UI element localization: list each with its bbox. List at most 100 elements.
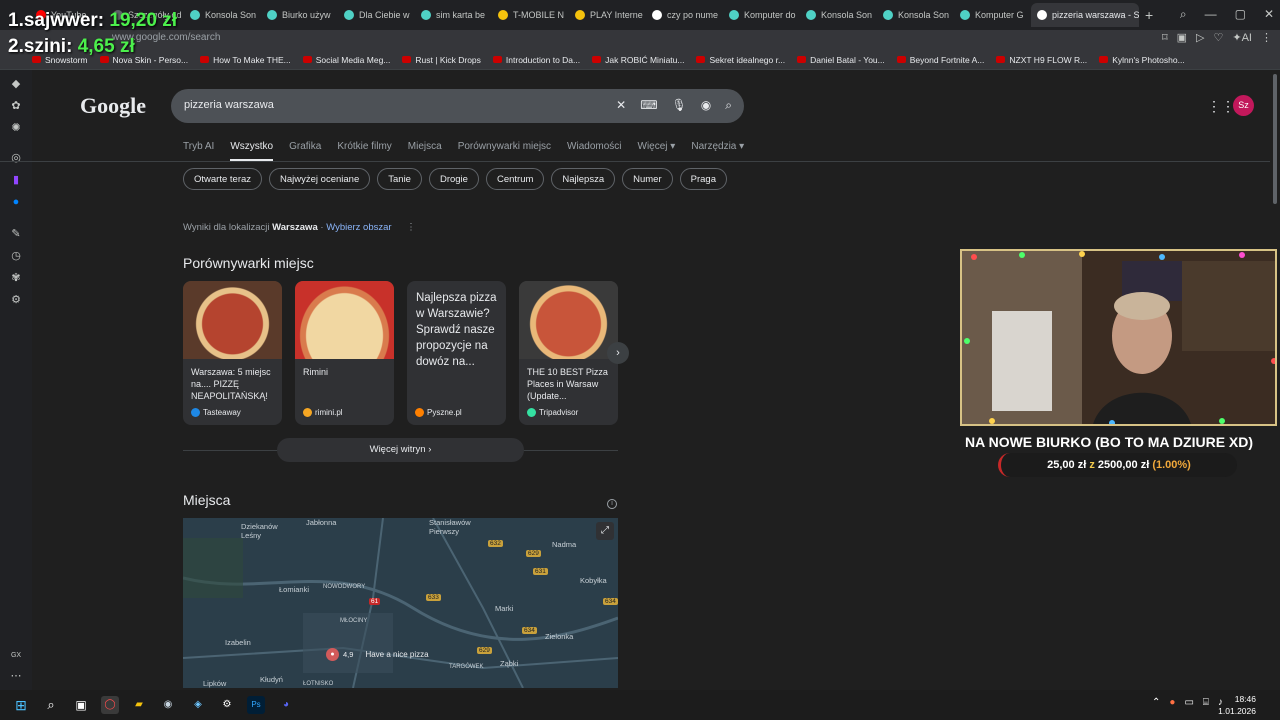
sidebar-clock-icon[interactable]: ◷ [10,250,22,262]
close-icon[interactable]: ✕ [1264,7,1274,22]
bookmark-item[interactable]: How To Make THE... [200,55,291,65]
tab-3[interactable]: Krótkie filmy [337,141,391,161]
filter-chip[interactable]: Tanie [377,168,422,190]
filter-chip[interactable]: Centrum [485,168,545,190]
avatar[interactable]: Sz [1233,95,1254,116]
expand-map-icon[interactable]: ⤢ [596,522,614,540]
filter-chip[interactable]: Najwyżej oceniane [269,168,371,190]
browser-tab[interactable]: Konsola Son [184,3,261,27]
sidebar-puzzle-icon[interactable]: ✾ [10,272,22,284]
comparison-card[interactable]: Rimini rimini.pl [295,281,394,425]
sidebar-twitch-icon[interactable]: ▮ [10,174,22,186]
display-icon[interactable]: ▭ [1184,697,1193,708]
microphone-icon[interactable]: 🎙 [672,98,687,113]
browser-tab[interactable]: Komputer G [954,3,1031,27]
windows-start-icon[interactable]: ⊞ [12,696,30,714]
search-input[interactable]: pizzeria warszawa [184,99,274,111]
clear-icon[interactable]: ✕ [616,98,626,113]
filter-chip[interactable]: Praga [679,168,727,190]
chevron-right-icon[interactable]: › [607,342,629,364]
opera-gx-icon[interactable]: ◯ [101,696,119,714]
settings-icon[interactable]: ⚙ [218,696,236,714]
task-view-icon[interactable]: ▣ [72,696,90,714]
search-tabs-icon[interactable]: ⌕ [1180,7,1187,22]
tab-favicon-icon [421,10,431,20]
sidebar-app-icon[interactable]: ✿ [10,100,22,112]
menu-icon[interactable]: ⋮ [1261,31,1272,44]
app-icon[interactable]: ◈ [189,696,207,714]
minimize-icon[interactable]: — [1205,7,1217,22]
sidebar-more-icon[interactable]: ⋯ [10,670,22,682]
filter-chip[interactable]: Numer [622,168,673,190]
discord-icon[interactable]: ◕ [277,696,295,714]
file-explorer-icon[interactable]: ▰ [130,696,148,714]
bookmark-item[interactable]: Kylnn's Photosho... [1099,55,1185,65]
sidebar-gx-icon[interactable]: GX [10,650,22,662]
google-logo[interactable]: Google [80,93,146,119]
bookmark-item[interactable]: Introduction to Da... [492,55,580,65]
ai-icon[interactable]: ✦AI [1232,31,1252,44]
sidebar-messenger-icon[interactable]: ● [10,196,22,208]
browser-tab[interactable]: Dla Ciebie w [338,3,415,27]
steam-icon[interactable]: ◉ [159,696,177,714]
bookmark-icon[interactable]: ⌑ [1162,31,1168,44]
browser-tab[interactable]: Konsola Son [877,3,954,27]
tab-2[interactable]: Grafika [289,141,321,161]
chevron-up-icon[interactable]: ⌃ [1152,697,1160,708]
bookmark-item[interactable]: Sekret idealnego r... [696,55,785,65]
search-icon[interactable]: ⌕ [42,696,60,714]
filter-chip[interactable]: Drogie [428,168,479,190]
more-sites-button[interactable]: Więcej witryn › [277,438,524,462]
tab-1[interactable]: Wszystko [230,141,274,161]
bookmark-item[interactable]: Jak ROBIĆ Miniatu... [592,55,684,65]
comparison-card[interactable]: Warszawa: 5 miejsc na.... PIZZĘ NEAPOLIT… [183,281,282,425]
search-icon[interactable]: ⌕ [725,98,732,113]
comparison-card[interactable]: Najlepsza pizza w Warszawie? Sprawdź nas… [407,281,506,425]
bookmark-item[interactable]: NZXT H9 FLOW R... [996,55,1087,65]
sidebar-brush-icon[interactable]: ✎ [10,228,22,240]
scrollbar-thumb[interactable] [1273,74,1277,204]
filter-chip[interactable]: Otwarte teraz [183,168,263,190]
browser-tab[interactable]: T-MOBILE N [492,3,569,27]
tab-7[interactable]: Więcej ▾ [638,141,676,161]
photoshop-icon[interactable]: Ps [247,696,265,714]
map-pin[interactable]: ● 4,9 Have a nice pizza [326,648,429,661]
maximize-icon[interactable]: ▢ [1235,7,1246,22]
browser-tab[interactable]: PLAY Interne [569,3,646,27]
lens-icon[interactable]: ◉ [701,98,711,113]
map[interactable]: Jabłonna Stanisławów Pierwszy Nadma Dzie… [183,518,618,688]
bookmark-item[interactable]: Rust | Kick Drops [402,55,481,65]
browser-tab[interactable]: pizzeria warszawa - S [1031,3,1139,27]
tab-8[interactable]: Narzędzia ▾ [691,141,744,161]
choose-area-link[interactable]: Wybierz obszar [326,222,391,233]
tab-5[interactable]: Porównywarki miejsc [458,141,551,161]
info-icon[interactable]: i [607,499,617,509]
bookmark-item[interactable]: Social Media Meg... [302,55,390,65]
keyboard-icon[interactable]: ⌨ [640,98,657,113]
bookmark-item[interactable]: Beyond Fortnite A... [896,55,984,65]
filter-chip[interactable]: Najlepsza [551,168,616,190]
tab-4[interactable]: Miejsca [408,141,442,161]
microphone-icon[interactable]: ● [1169,697,1175,708]
comparison-card[interactable]: THE 10 BEST Pizza Places in Warsaw (Upda… [519,281,618,425]
sidebar-home-icon[interactable]: ◆ [10,78,22,90]
tab-6[interactable]: Wiadomości [567,141,621,161]
new-tab-icon[interactable]: + [1145,7,1153,23]
taskbar-clock[interactable]: 18:46 1.01.2026 [1218,693,1256,717]
sidebar-settings-icon[interactable]: ⚙ [10,294,22,306]
browser-tab[interactable]: czy po nume [646,3,723,27]
browser-tab[interactable]: Konsola Son [800,3,877,27]
sidebar-chatgpt-icon[interactable]: ◎ [10,152,22,164]
network-icon[interactable]: ⌸ [1203,697,1209,708]
extension-icon[interactable]: ▣ [1177,31,1187,44]
play-icon[interactable]: ▷ [1196,31,1204,44]
browser-tab[interactable]: sim karta be [415,3,492,27]
sidebar-gear-icon[interactable]: ✺ [10,122,22,134]
more-options-icon[interactable]: ⋮ [406,222,416,233]
heart-icon[interactable]: ♡ [1214,31,1224,44]
bookmark-item[interactable]: Daniel Batal - You... [797,55,885,65]
browser-tab[interactable]: Biurko używ [261,3,338,27]
search-box[interactable]: pizzeria warszawa ✕ ⌨ 🎙 ◉ ⌕ [171,89,744,123]
browser-tab[interactable]: Komputer do [723,3,800,27]
tab-0[interactable]: Tryb AI [183,141,214,161]
